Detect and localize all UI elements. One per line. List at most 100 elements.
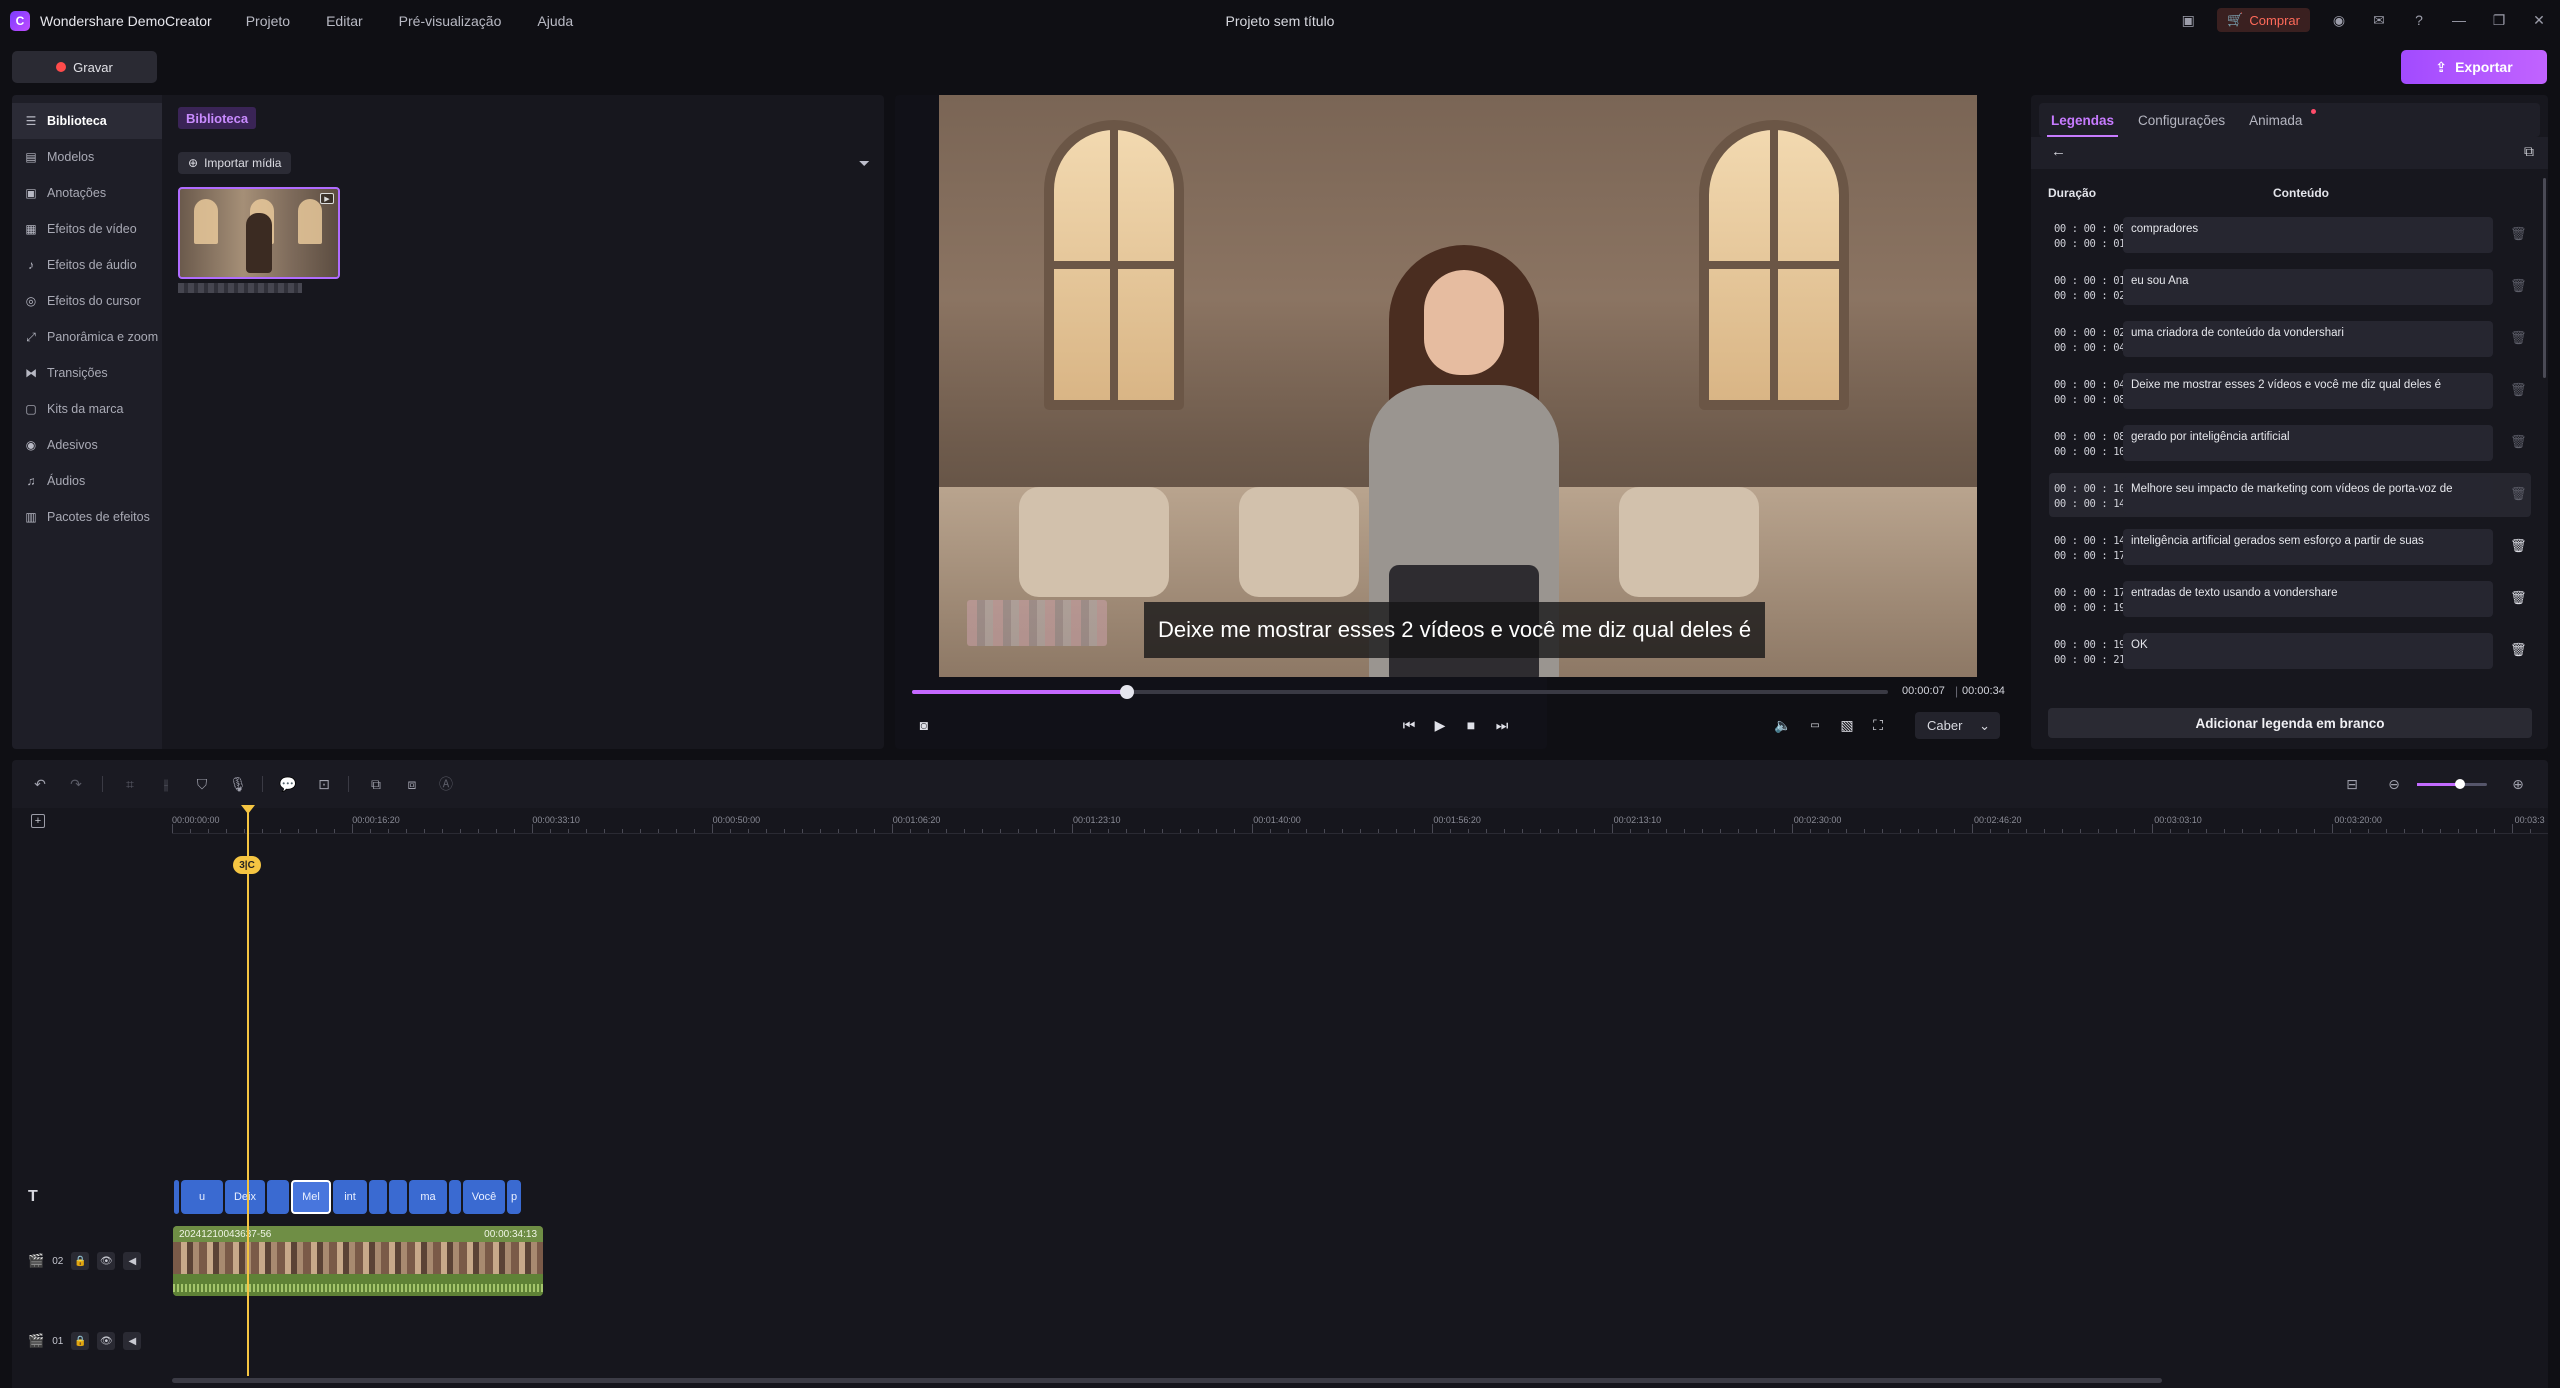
- caption-start[interactable]: 00 : 00 : 02: [2054, 326, 2125, 341]
- caption-end[interactable]: 00 : 00 : 10: [2054, 445, 2125, 460]
- minimize-icon[interactable]: —: [2448, 9, 2470, 31]
- caption-clip[interactable]: Deix: [225, 1180, 265, 1214]
- trash-icon[interactable]: 🗑: [2510, 538, 2527, 554]
- caption-row[interactable]: 00 : 00 : 08 00 : 00 : 10 gerado por intel…: [2049, 421, 2531, 465]
- caption-clip[interactable]: Você: [463, 1180, 505, 1214]
- menu-edit[interactable]: Editar: [326, 13, 363, 29]
- sidebar-item-sticker[interactable]: ◉ Adesivos: [12, 427, 162, 463]
- caption-end[interactable]: 00 : 00 : 02: [2054, 289, 2125, 304]
- add-blank-caption-button[interactable]: Adicionar legenda em branco: [2048, 708, 2532, 738]
- caption-clip[interactable]: int: [333, 1180, 367, 1214]
- caption-clip[interactable]: [174, 1180, 179, 1214]
- caption-text-field[interactable]: Deixe me mostrar esses 2 vídeos e você m…: [2123, 373, 2493, 409]
- sidebar-item-brand-kit[interactable]: ▢ Kits da marca: [12, 391, 162, 427]
- caption-end[interactable]: 00 : 00 : 19: [2054, 601, 2125, 616]
- caption-text-field[interactable]: gerado por inteligência artificial: [2123, 425, 2493, 461]
- next-frame-icon[interactable]: ⏭: [1490, 713, 1514, 737]
- trash-icon[interactable]: 🗑: [2510, 382, 2527, 398]
- close-icon[interactable]: ✕: [2528, 9, 2550, 31]
- mic-icon[interactable]: 🎙: [228, 774, 248, 794]
- caption-end[interactable]: 00 : 00 : 21: [2054, 653, 2125, 668]
- menu-help[interactable]: Ajuda: [537, 13, 573, 29]
- caption-clip[interactable]: [389, 1180, 407, 1214]
- play-icon[interactable]: ▶: [1428, 713, 1452, 737]
- caption-row[interactable]: 00 : 00 : 00 00 : 00 : 01 compradores 🗑: [2049, 213, 2531, 257]
- split-icon[interactable]: ⫲: [156, 774, 176, 794]
- lock-icon[interactable]: 🔒: [71, 1252, 90, 1270]
- caption-end[interactable]: 00 : 00 : 01: [2054, 237, 2125, 252]
- redo-icon[interactable]: ↷: [66, 774, 86, 794]
- screenshot-icon[interactable]: ▣: [2177, 9, 2199, 31]
- sidebar-item-effects-pack[interactable]: ▥ Pacotes de efeitos: [12, 499, 162, 535]
- back-arrow-icon[interactable]: ←: [2051, 143, 2066, 160]
- fullscreen-icon[interactable]: ⛶: [1866, 713, 1890, 737]
- caption-end[interactable]: 00 : 00 : 14: [2054, 497, 2125, 512]
- trash-icon[interactable]: 🗑: [2510, 330, 2527, 346]
- sidebar-item-music[interactable]: ♫ Áudios: [12, 463, 162, 499]
- caption-row[interactable]: 00 : 00 : 17 00 : 00 : 19 entradas de text…: [2049, 577, 2531, 621]
- sidebar-item-transitions[interactable]: ⧓ Transições: [12, 355, 162, 391]
- zoom-in-icon[interactable]: ⊕: [2508, 774, 2528, 794]
- caption-clip[interactable]: [449, 1180, 461, 1214]
- caption-start[interactable]: 00 : 00 : 10: [2054, 482, 2125, 497]
- caption-row[interactable]: 00 : 00 : 14 00 : 00 : 17 inteligência art…: [2049, 525, 2531, 569]
- caption-start[interactable]: 00 : 00 : 14: [2054, 534, 2125, 549]
- caption-text-field[interactable]: eu sou Ana: [2123, 269, 2493, 305]
- tab-captions[interactable]: Legendas: [2039, 103, 2126, 137]
- trash-icon[interactable]: 🗑: [2510, 278, 2527, 294]
- sidebar-item-templates[interactable]: ▤ Modelos: [12, 139, 162, 175]
- caption-row[interactable]: 00 : 00 : 02 00 : 00 : 04 uma criadora de …: [2049, 317, 2531, 361]
- playhead-handle[interactable]: [241, 805, 255, 814]
- pip-icon[interactable]: ⧉: [366, 774, 386, 794]
- auto-icon[interactable]: Ⓐ: [436, 774, 456, 794]
- add-track-icon[interactable]: +: [31, 814, 45, 828]
- caption-text-field[interactable]: OK: [2123, 633, 2493, 669]
- caption-text-field[interactable]: uma criadora de conteúdo da vondershari: [2123, 321, 2493, 357]
- export-button[interactable]: ⇪ Exportar: [2401, 50, 2547, 84]
- text-to-speech-icon[interactable]: ⊡: [314, 774, 334, 794]
- marker-icon[interactable]: ⛉: [192, 774, 212, 794]
- stop-icon[interactable]: ■: [1459, 713, 1483, 737]
- media-thumbnail[interactable]: ▶: [178, 187, 340, 279]
- library-tab[interactable]: Biblioteca: [178, 107, 257, 129]
- tab-settings[interactable]: Configurações: [2126, 103, 2237, 137]
- caption-start[interactable]: 00 : 00 : 19: [2054, 638, 2125, 653]
- caption-start[interactable]: 00 : 00 : 04: [2054, 378, 2125, 393]
- eye-icon[interactable]: 👁: [97, 1332, 116, 1350]
- playhead-badge[interactable]: 3|C: [233, 856, 261, 874]
- sidebar-item-audio-effects[interactable]: ♪ Efeitos de áudio: [12, 247, 162, 283]
- zoom-slider-handle[interactable]: [2455, 779, 2465, 789]
- caption-start[interactable]: 00 : 00 : 08: [2054, 430, 2125, 445]
- menu-preview[interactable]: Pré-visualização: [399, 13, 502, 29]
- seek-bar[interactable]: [912, 685, 1888, 699]
- caption-end[interactable]: 00 : 00 : 17: [2054, 549, 2125, 564]
- trash-icon[interactable]: 🗑: [2510, 590, 2527, 606]
- zoom-out-icon[interactable]: ⊖: [2384, 774, 2404, 794]
- timeline-scrollbar[interactable]: [172, 1378, 2162, 1383]
- safe-zone-icon[interactable]: ▧: [1835, 713, 1859, 737]
- sidebar-item-layers[interactable]: ☰ Biblioteca: [12, 103, 162, 139]
- eye-icon[interactable]: 👁: [97, 1252, 116, 1270]
- seek-handle[interactable]: [1119, 685, 1134, 699]
- caption-text-field[interactable]: Melhore seu impacto de marketing com víd…: [2123, 477, 2493, 513]
- account-icon[interactable]: ◉: [2328, 9, 2350, 31]
- caption-clip[interactable]: ma: [409, 1180, 447, 1214]
- record-button[interactable]: Gravar: [12, 51, 157, 83]
- quality-icon[interactable]: ▭: [1803, 713, 1827, 737]
- lock-icon[interactable]: 🔒: [71, 1332, 90, 1350]
- ai-tools-icon[interactable]: ⧈: [402, 774, 422, 794]
- caption-row[interactable]: 00 : 00 : 10 00 : 00 : 14 Melhore seu impa…: [2049, 473, 2531, 517]
- tab-animated[interactable]: Animada: [2237, 103, 2324, 137]
- caption-text-field[interactable]: entradas de texto usando a vondershare: [2123, 581, 2493, 617]
- fit-timeline-icon[interactable]: ⊟: [2342, 774, 2362, 794]
- playhead-line[interactable]: [247, 810, 249, 1376]
- sidebar-item-video-effects[interactable]: ▦ Efeitos de vídeo: [12, 211, 162, 247]
- caption-icon[interactable]: 💬: [278, 774, 298, 794]
- caption-text-field[interactable]: compradores: [2123, 217, 2493, 253]
- caption-start[interactable]: 00 : 00 : 17: [2054, 586, 2125, 601]
- sidebar-item-pan-zoom[interactable]: ⤢ Panorâmica e zoom: [12, 319, 162, 355]
- maximize-icon[interactable]: ❐: [2488, 9, 2510, 31]
- speaker-icon[interactable]: ◀: [123, 1252, 142, 1270]
- caption-clip[interactable]: [267, 1180, 289, 1214]
- prev-frame-icon[interactable]: ⏮: [1397, 713, 1421, 737]
